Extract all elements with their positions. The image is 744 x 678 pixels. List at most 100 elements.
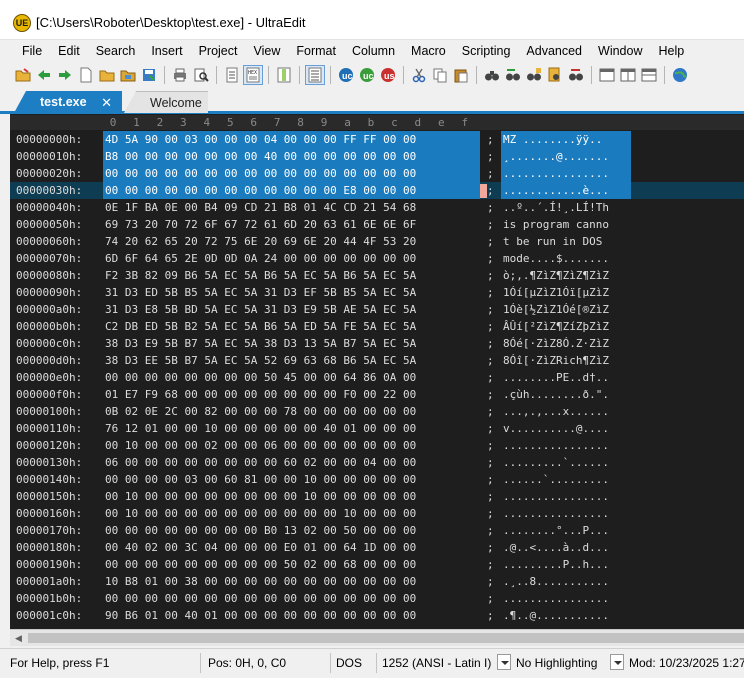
hex-row[interactable]: 000000c0h: 38 D3 E9 5B B7 5A EC 5A 38 D3 … — [10, 335, 744, 352]
hex-row[interactable]: 000001b0h: 00 00 00 00 00 00 00 00 00 00 … — [10, 590, 744, 607]
tab-welcome[interactable]: Welcome — [124, 91, 208, 113]
hex-offset[interactable]: 00000070h: — [16, 250, 82, 267]
menu-macro[interactable]: Macro — [403, 44, 454, 58]
hex-row[interactable]: 00000070h: 6D 6F 64 65 2E 0D 0D 0A 24 00 … — [10, 250, 744, 267]
scroll-left-icon[interactable]: ◀ — [10, 630, 27, 646]
menu-insert[interactable]: Insert — [143, 44, 190, 58]
status-highlighting[interactable]: No Highlighting — [516, 656, 597, 670]
hex-bytes[interactable]: 90 B6 01 00 40 01 00 00 00 00 00 00 00 0… — [103, 607, 480, 624]
hex-ascii[interactable]: ..º..´.Í!¸.LÍ!Th — [501, 199, 631, 216]
hex-ascii[interactable]: .¸..8........... — [501, 573, 631, 590]
hex-bytes[interactable]: 00 00 00 00 00 00 00 00 B0 13 02 00 50 0… — [103, 522, 480, 539]
hex-ascii[interactable]: .........`...... — [501, 454, 631, 471]
hex-bytes[interactable]: 00 00 00 00 00 00 00 00 00 50 02 00 68 0… — [103, 556, 480, 573]
hex-offset[interactable]: 00000120h: — [16, 437, 82, 454]
globe-icon[interactable] — [671, 66, 689, 84]
hex-bytes[interactable]: 38 D3 EE 5B B7 5A EC 5A 52 69 63 68 B6 5… — [103, 352, 480, 369]
tab-test-exe[interactable]: test.exe ✕ — [14, 91, 122, 113]
hex-offset[interactable]: 00000000h: — [16, 131, 82, 148]
copy-icon[interactable] — [431, 66, 449, 84]
hex-offset[interactable]: 00000030h: — [16, 182, 82, 199]
menu-help[interactable]: Help — [650, 44, 692, 58]
hex-offset[interactable]: 00000040h: — [16, 199, 82, 216]
hex-row[interactable]: 000000a0h: 31 D3 E8 5B BD 5A EC 5A 31 D3 … — [10, 301, 744, 318]
hex-bytes[interactable]: 0B 02 0E 2C 00 82 00 00 00 78 00 00 00 0… — [103, 403, 480, 420]
window-3-icon[interactable] — [640, 66, 658, 84]
hex-ascii[interactable]: 8Óé[·ZìZ8Ó.Z·ZìZ — [501, 335, 631, 352]
new-file-icon[interactable] — [77, 66, 95, 84]
hex-offset[interactable]: 000000c0h: — [16, 335, 82, 352]
hex-offset[interactable]: 00000170h: — [16, 522, 82, 539]
hex-row[interactable]: 00000010h: B8 00 00 00 00 00 00 00 40 00 … — [10, 148, 744, 165]
hex-offset[interactable]: 00000090h: — [16, 284, 82, 301]
hex-row[interactable]: 00000090h: 31 D3 ED 5B B5 5A EC 5A 31 D3 … — [10, 284, 744, 301]
hex-bytes[interactable]: 69 73 20 70 72 6F 67 72 61 6D 20 63 61 6… — [103, 216, 480, 233]
hex-ascii[interactable]: ......`......... — [501, 471, 631, 488]
hex-row[interactable]: 00000160h: 00 10 00 00 00 00 00 00 00 00 … — [10, 505, 744, 522]
hex-ascii[interactable]: ...,.‚...x...... — [501, 403, 631, 420]
hex-ascii[interactable]: ................ — [501, 505, 631, 522]
hex-bytes[interactable]: 01 E7 F9 68 00 00 00 00 00 00 00 00 F0 0… — [103, 386, 480, 403]
hex-ascii[interactable]: ............è... — [501, 182, 631, 199]
compare-icon[interactable]: uc — [337, 66, 355, 84]
find-in-files-icon[interactable] — [525, 66, 543, 84]
hex-bytes[interactable]: 6D 6F 64 65 2E 0D 0D 0A 24 00 00 00 00 0… — [103, 250, 480, 267]
hex-bytes[interactable]: 31 D3 ED 5B B5 5A EC 5A 31 D3 EF 5B B5 5… — [103, 284, 480, 301]
menu-scripting[interactable]: Scripting — [454, 44, 519, 58]
hex-offset[interactable]: 000000b0h: — [16, 318, 82, 335]
hex-offset[interactable]: 000000f0h: — [16, 386, 82, 403]
hex-ascii[interactable]: ................ — [501, 590, 631, 607]
hex-row[interactable]: 00000180h: 00 40 02 00 3C 04 00 00 00 E0 … — [10, 539, 744, 556]
window-2-icon[interactable] — [619, 66, 637, 84]
hex-ascii[interactable]: .çùh........ð.". — [501, 386, 631, 403]
hex-bytes[interactable]: 00 40 02 00 3C 04 00 00 00 E0 01 00 64 1… — [103, 539, 480, 556]
hex-ascii[interactable]: ........PE..d†.. — [501, 369, 631, 386]
hex-offset[interactable]: 00000150h: — [16, 488, 82, 505]
hex-offset[interactable]: 000001b0h: — [16, 590, 82, 607]
hex-bytes[interactable]: 38 D3 E9 5B B7 5A EC 5A 38 D3 13 5A B7 5… — [103, 335, 480, 352]
hex-bytes[interactable]: 00 10 00 00 00 00 00 00 00 00 10 00 00 0… — [103, 488, 480, 505]
document-icon[interactable] — [223, 66, 241, 84]
hex-ascii[interactable]: v..........@.... — [501, 420, 631, 437]
status-line-ending[interactable]: DOS — [336, 656, 362, 670]
hex-bytes[interactable]: 31 D3 E8 5B BD 5A EC 5A 31 D3 E9 5B AE 5… — [103, 301, 480, 318]
hex-offset[interactable]: 00000020h: — [16, 165, 82, 182]
hex-bytes[interactable]: 00 10 00 00 00 02 00 00 06 00 00 00 00 0… — [103, 437, 480, 454]
hex-row[interactable]: 00000000h: 4D 5A 90 00 03 00 00 00 04 00 … — [10, 131, 744, 148]
hex-row[interactable]: 00000150h: 00 10 00 00 00 00 00 00 00 00 … — [10, 488, 744, 505]
menu-file[interactable]: File — [14, 44, 50, 58]
column-mode-icon[interactable] — [275, 66, 293, 84]
codepage-dropdown-icon[interactable] — [497, 654, 511, 670]
hex-offset[interactable]: 00000060h: — [16, 233, 82, 250]
hex-offset[interactable]: 00000110h: — [16, 420, 82, 437]
hex-row[interactable]: 00000060h: 74 20 62 65 20 72 75 6E 20 69 … — [10, 233, 744, 250]
hex-bytes[interactable]: 06 00 00 00 00 00 00 00 00 60 02 00 00 0… — [103, 454, 480, 471]
script-icon[interactable]: uc — [358, 66, 376, 84]
hex-bytes[interactable]: C2 DB ED 5B B2 5A EC 5A B6 5A ED 5A FE 5… — [103, 318, 480, 335]
hex-offset[interactable]: 00000010h: — [16, 148, 82, 165]
hex-offset[interactable]: 00000050h: — [16, 216, 82, 233]
hex-ascii[interactable]: ................ — [501, 488, 631, 505]
hex-offset[interactable]: 000000e0h: — [16, 369, 82, 386]
save-icon[interactable] — [140, 66, 158, 84]
hex-row[interactable]: 00000020h: 00 00 00 00 00 00 00 00 00 00 … — [10, 165, 744, 182]
menu-view[interactable]: View — [245, 44, 288, 58]
hex-ascii[interactable]: MZ ........ÿÿ.. — [501, 131, 631, 148]
hex-row[interactable]: 00000110h: 76 12 01 00 00 10 00 00 00 00 … — [10, 420, 744, 437]
print-preview-icon[interactable] — [192, 66, 210, 84]
hex-offset[interactable]: 00000190h: — [16, 556, 82, 573]
hex-row[interactable]: 00000100h: 0B 02 0E 2C 00 82 00 00 00 78 … — [10, 403, 744, 420]
open-file-icon[interactable] — [98, 66, 116, 84]
replace-in-files-icon[interactable] — [546, 66, 564, 84]
hex-ascii[interactable]: ................ — [501, 437, 631, 454]
hex-editor[interactable]: 0 1 2 3 4 5 6 7 8 9 a b c d e f 00000000h: 4D 5A 90 00 0… — [10, 114, 744, 646]
hex-row[interactable]: 00000030h: 00 00 00 00 00 00 00 00 00 00 … — [10, 182, 744, 199]
hex-bytes[interactable]: 00 00 00 00 00 00 00 00 00 00 00 00 00 0… — [103, 590, 480, 607]
hex-ascii[interactable]: .........P..h... — [501, 556, 631, 573]
hex-offset[interactable]: 00000100h: — [16, 403, 82, 420]
hex-row[interactable]: 00000120h: 00 10 00 00 00 02 00 00 06 00 … — [10, 437, 744, 454]
hex-offset[interactable]: 000001a0h: — [16, 573, 82, 590]
window-1-icon[interactable] — [598, 66, 616, 84]
menu-format[interactable]: Format — [288, 44, 344, 58]
hex-offset[interactable]: 000000d0h: — [16, 352, 82, 369]
